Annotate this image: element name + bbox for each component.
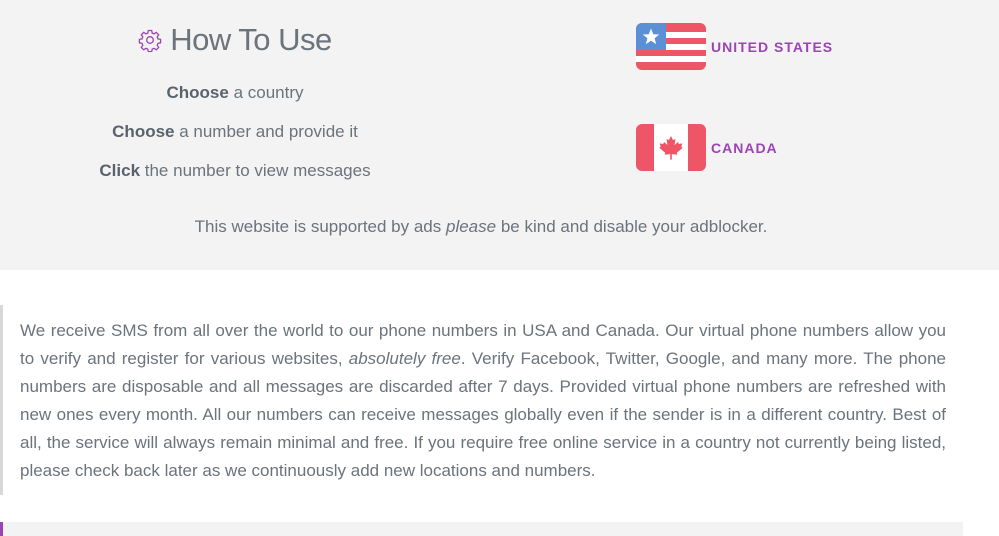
how-to-use-panel: How To Use Choose a country Choose a num… [0, 0, 999, 270]
next-section-bar [0, 522, 963, 536]
country-name: CANADA [711, 139, 778, 156]
step-choose-number: Choose a number and provide it [112, 122, 358, 141]
how-to-use-section: How To Use Choose a country Choose a num… [90, 18, 380, 181]
canada-flag-icon [636, 124, 706, 171]
us-flag-icon [636, 23, 706, 70]
country-link-united-states[interactable]: UNITED STATES [636, 23, 833, 70]
step-click-number: Click the number to view messages [99, 161, 371, 180]
step-choose-country: Choose a country [166, 83, 304, 102]
about-blockquote: We receive SMS from all over the world t… [0, 305, 946, 495]
adblock-notice: This website is supported by ads please … [194, 217, 768, 236]
page-title: How To Use [170, 22, 332, 57]
about-text: We receive SMS from all over the world t… [20, 321, 946, 480]
how-to-use-heading: How To Use [90, 18, 380, 62]
gear-icon [138, 29, 162, 52]
country-link-canada[interactable]: CANADA [636, 124, 778, 171]
country-name: UNITED STATES [711, 38, 834, 55]
